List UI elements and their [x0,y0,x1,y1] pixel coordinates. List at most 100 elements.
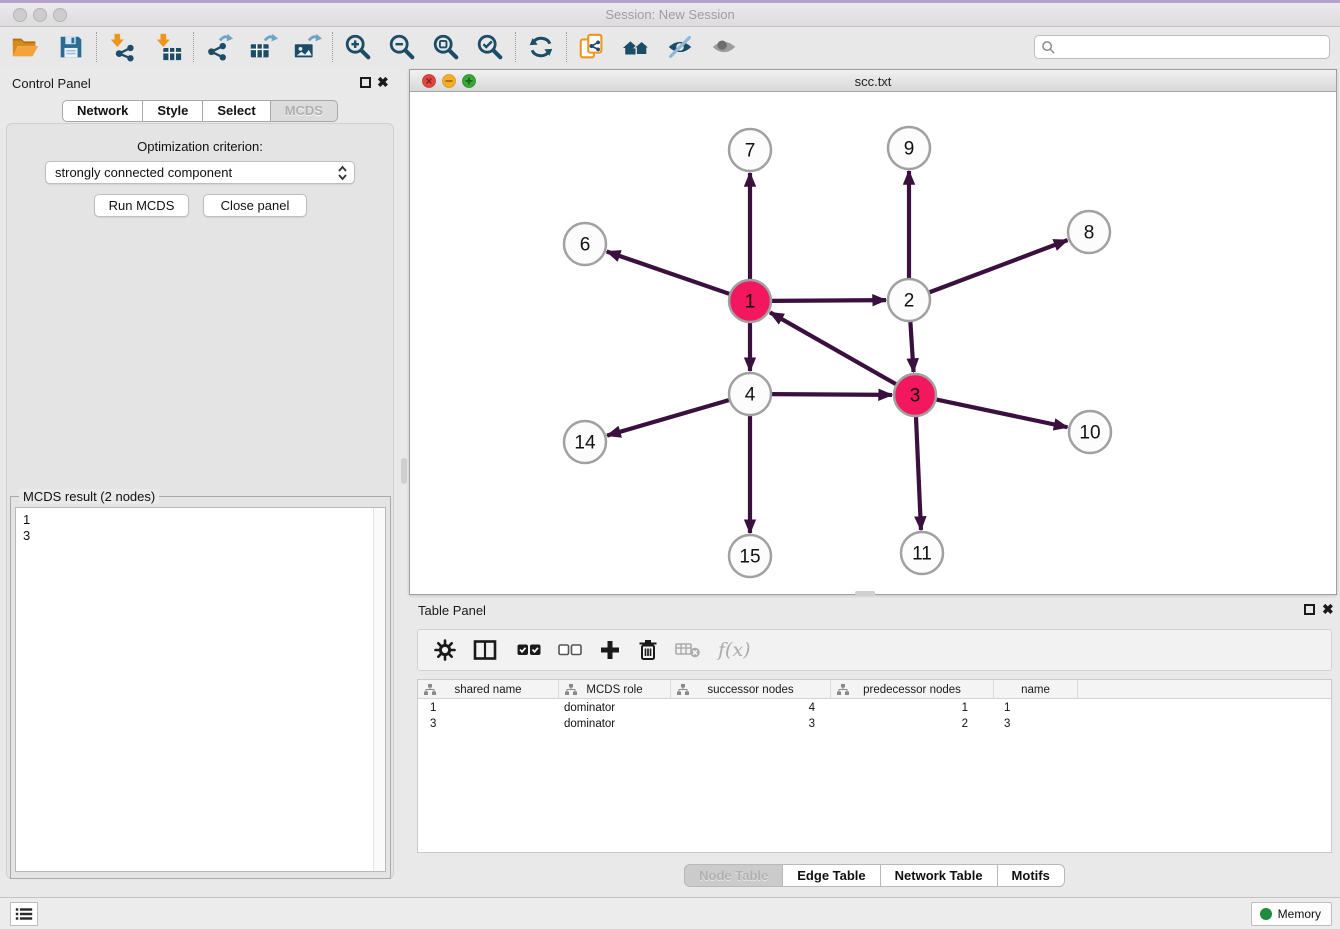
select-all-icon[interactable] [517,643,541,657]
result-scrollbar[interactable] [373,508,385,871]
show-all-icon[interactable] [707,30,741,64]
node-label-14: 14 [574,433,596,454]
table-cell[interactable]: 3 [994,716,1078,732]
control-panel: Control Panel ✖ NetworkStyleSelectMCDS O… [0,71,400,883]
table-panel: Table Panel ✖ [409,598,1340,893]
table-cell[interactable]: dominator [559,700,671,716]
mcds-result-text[interactable]: 13 [15,507,386,872]
application-window: Session: New Session [0,0,1340,926]
table-cell[interactable]: 3 [418,716,559,732]
toolbar-separator [515,32,516,62]
export-table-icon[interactable] [246,30,280,64]
table-cell[interactable]: 2 [831,716,994,732]
panel-splitter-handle[interactable] [401,458,407,484]
import-network-icon[interactable] [105,30,139,64]
toolbar-separator [332,32,333,62]
optimization-criterion-label: Optimization criterion: [0,139,400,154]
tab-network-table[interactable]: Network Table [881,864,998,887]
zoom-in-icon[interactable] [341,30,375,64]
column-header-successor-nodes[interactable]: successor nodes [671,680,831,699]
function-builder-icon[interactable]: f(x) [718,639,751,661]
column-header-predecessor-nodes[interactable]: predecessor nodes [831,680,994,699]
memory-button[interactable]: Memory [1251,902,1332,926]
export-network-icon[interactable] [202,30,236,64]
table-row[interactable]: 3dominator323 [418,716,1331,732]
float-panel-icon[interactable] [1304,604,1315,615]
table-cell[interactable]: 1 [418,700,559,716]
zoom-selected-icon[interactable] [473,30,507,64]
edge-4-3[interactable] [772,394,892,395]
tab-edge-table[interactable]: Edge Table [783,864,880,887]
run-mcds-button[interactable]: Run MCDS [94,194,189,217]
mcds-result-box: MCDS result (2 nodes) 13 [10,496,391,879]
titlebar: Session: New Session [0,3,1340,27]
main-toolbar [0,27,1340,67]
control-panel-tabs: NetworkStyleSelectMCDS [0,100,400,122]
edge-3-10[interactable] [937,400,1068,428]
table-settings-gear-icon[interactable] [434,639,456,661]
save-session-icon[interactable] [54,30,88,64]
tab-select[interactable]: Select [203,100,270,122]
search-input[interactable] [1056,37,1329,57]
refresh-view-icon[interactable] [524,30,558,64]
first-neighbors-icon[interactable] [619,30,653,64]
tab-style[interactable]: Style [143,100,203,122]
tab-mcds[interactable]: MCDS [271,100,338,122]
edge-4-14[interactable] [607,400,729,435]
close-panel-icon[interactable]: ✖ [377,74,389,91]
node-label-2: 2 [904,291,915,312]
table-cell[interactable]: dominator [559,716,671,732]
network-window-titlebar[interactable]: scc.txt [410,70,1336,92]
clone-network-icon[interactable] [575,30,609,64]
network-canvas[interactable]: 7968124314101511 [410,92,1336,594]
toolbar-separator [96,32,97,62]
column-header-MCDS-role[interactable]: MCDS role [559,680,671,699]
delete-table-icon[interactable] [675,641,701,659]
task-history-button[interactable] [10,902,38,926]
node-label-4: 4 [745,385,756,406]
optimization-criterion-dropdown[interactable]: strongly connected component [45,161,355,184]
edge-3-1[interactable] [770,312,896,384]
column-header-shared-name[interactable]: shared name [418,680,559,699]
node-table[interactable]: shared nameMCDS rolesuccessor nodesprede… [417,679,1332,853]
table-cell[interactable]: 1 [831,700,994,716]
edge-3-11[interactable] [916,417,921,530]
node-label-9: 9 [904,139,915,160]
float-panel-icon[interactable] [360,77,371,88]
edge-2-3[interactable] [910,322,913,372]
table-cell[interactable]: 3 [671,716,831,732]
close-panel-icon[interactable]: ✖ [1322,601,1334,618]
node-label-6: 6 [580,235,591,256]
table-row[interactable]: 1dominator411 [418,700,1331,716]
table-panel-header: Table Panel ✖ [409,598,1340,624]
panel-splitter-handle[interactable] [855,591,875,596]
delete-row-trash-icon[interactable] [638,639,658,661]
tab-motifs[interactable]: Motifs [998,864,1065,887]
zoom-fit-icon[interactable] [429,30,463,64]
table-tabs: Node TableEdge TableNetwork TableMotifs [409,864,1340,887]
column-header-name[interactable]: name [994,680,1078,699]
import-table-icon[interactable] [151,30,185,64]
tab-node-table[interactable]: Node Table [684,864,783,887]
unselect-all-icon[interactable] [558,643,582,657]
search-icon [1041,40,1056,55]
edge-1-2[interactable] [772,300,886,301]
result-line: 1 [23,512,385,528]
network-view-window: scc.txt 7968124314101511 [409,69,1337,595]
close-panel-button[interactable]: Close panel [203,194,307,217]
node-label-1: 1 [745,292,756,313]
add-row-icon[interactable] [599,639,621,661]
task-list-icon [15,906,33,922]
table-panel-title: Table Panel [418,603,486,618]
edge-2-8[interactable] [930,240,1068,292]
open-session-icon[interactable] [8,30,42,64]
zoom-out-icon[interactable] [385,30,419,64]
hide-selected-icon[interactable] [663,30,697,64]
table-cell[interactable]: 1 [994,700,1078,716]
split-view-icon[interactable] [473,639,497,661]
edge-1-6[interactable] [607,252,729,294]
search-field[interactable] [1034,35,1330,59]
tab-network[interactable]: Network [62,100,143,122]
table-cell[interactable]: 4 [671,700,831,716]
export-image-icon[interactable] [290,30,324,64]
